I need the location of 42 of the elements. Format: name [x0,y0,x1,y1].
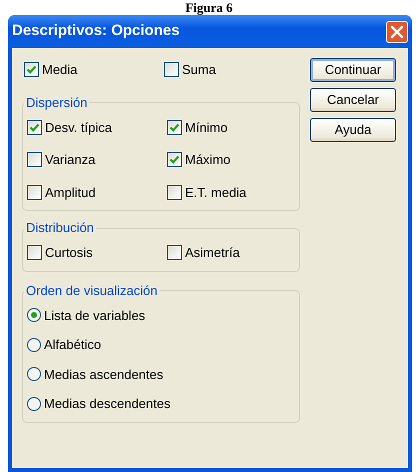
check-icon [26,64,37,76]
window-title: Descriptivos: Opciones [12,21,180,42]
check-icon [169,122,180,133]
radio-button[interactable] [27,338,41,352]
checkbox[interactable] [27,152,42,168]
checkbox[interactable] [167,120,182,135]
checkbox[interactable] [27,120,42,135]
radio-option[interactable]: Lista de variables [27,306,295,325]
check-icon [29,122,40,133]
close-button[interactable] [386,20,408,42]
radio-option[interactable]: Medias descendentes [27,394,295,414]
radio-option[interactable]: Medias ascendentes [27,364,295,384]
checkbox[interactable] [164,62,179,78]
check-icon [169,154,180,166]
radio-button[interactable] [27,308,41,322]
checkbox[interactable] [27,245,42,260]
radio-button[interactable] [27,396,41,411]
group-title: Distribución [25,221,95,235]
figure-caption: Figura 6 [184,0,234,15]
checkbox[interactable] [24,62,39,78]
checkbox-option[interactable]: Amplitud [27,182,167,202]
checkbox-option[interactable]: Mínimo [167,118,295,137]
checkbox-option[interactable]: Curtosis [27,243,167,262]
checkbox-option[interactable]: Asimetría [167,243,295,262]
checkbox-option[interactable]: E.T. media [167,182,295,202]
close-icon [390,24,404,38]
dialog-button[interactable]: Continuar [310,58,396,82]
group-title: Orden de visualización [25,284,159,298]
dialog-button[interactable]: Ayuda [310,118,396,142]
checkbox-option[interactable]: Desv. típica [27,118,167,137]
checkbox[interactable] [167,184,182,200]
radio-button[interactable] [27,367,41,382]
radio-option[interactable]: Alfabético [27,335,295,354]
checkbox-option[interactable]: Varianza [27,150,167,170]
group-title: Dispersión [25,96,88,110]
checkbox[interactable] [27,184,42,200]
checkbox-option[interactable]: Media [24,60,164,80]
dialog-button[interactable]: Cancelar [310,88,396,112]
checkbox[interactable] [167,152,182,168]
checkbox-option[interactable]: Suma [164,60,300,80]
checkbox[interactable] [167,245,182,260]
checkbox-option[interactable]: Máximo [167,150,295,170]
